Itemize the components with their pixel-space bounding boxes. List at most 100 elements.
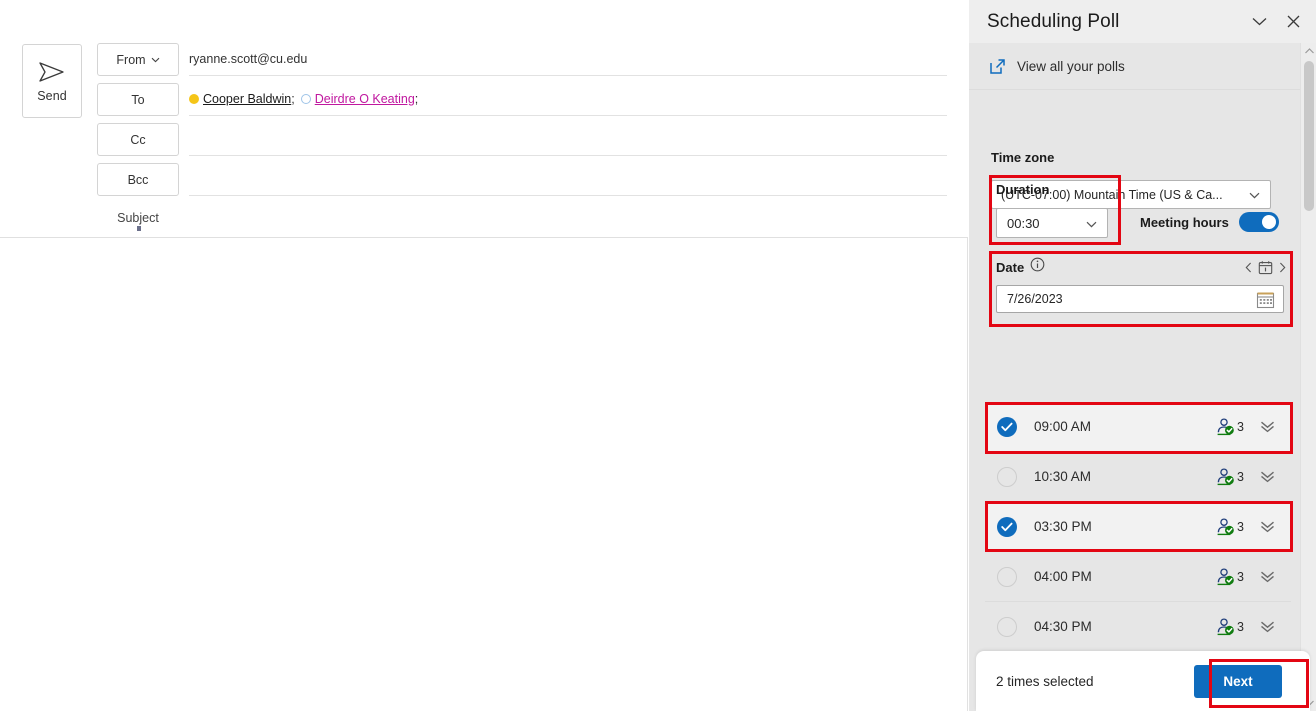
duration-value: 00:30 — [1007, 215, 1040, 231]
date-value: 7/26/2023 — [1007, 292, 1063, 306]
time-slot-row[interactable]: 04:30 PM 3 — [985, 602, 1291, 652]
slot-time-label: 04:30 PM — [1034, 619, 1092, 634]
to-button[interactable]: To — [97, 83, 179, 116]
close-icon — [1287, 15, 1299, 27]
slot-time-label: 09:00 AM — [1034, 419, 1092, 434]
person-available-icon — [1217, 417, 1234, 435]
from-field[interactable]: ryanne.scott@cu.edu — [189, 43, 947, 76]
recipient-name[interactable]: Cooper Baldwin — [203, 92, 291, 106]
slot-time-label: 04:00 PM — [1034, 569, 1092, 584]
date-input[interactable]: 7/26/2023 — [996, 285, 1284, 313]
chevron-down-icon — [151, 57, 159, 62]
app-root: Send From To Cc Bcc ryanne.scott@cu.edu — [0, 0, 1316, 711]
time-slot-row[interactable]: 04:00 PM 3 — [985, 552, 1291, 602]
scrollbar-thumb[interactable] — [1304, 61, 1314, 211]
bcc-label: Bcc — [127, 172, 149, 187]
presence-unknown-icon — [300, 94, 311, 104]
slot-unselected-radio[interactable] — [997, 616, 1017, 637]
bcc-field[interactable] — [189, 163, 947, 196]
slot-available-count: 3 — [1237, 569, 1244, 584]
slot-expand-button[interactable] — [1260, 471, 1275, 483]
time-slot-row[interactable]: 09:00 AM 3 — [985, 402, 1291, 452]
recipient-separator: ; — [291, 92, 295, 106]
person-available-icon — [1217, 517, 1234, 535]
meeting-hours-label: Meeting hours — [1140, 214, 1229, 230]
view-all-polls-label: View all your polls — [1017, 58, 1125, 74]
double-chevron-down-icon — [1261, 471, 1274, 482]
slot-unselected-radio[interactable] — [997, 466, 1017, 487]
info-circle-icon[interactable] — [1030, 257, 1045, 277]
slot-time-label: 10:30 AM — [1034, 469, 1092, 484]
slot-time-label: 03:30 PM — [1034, 519, 1092, 534]
slot-available-count: 3 — [1237, 469, 1244, 484]
time-slot-row[interactable]: 03:30 PM 3 — [985, 502, 1291, 552]
double-chevron-down-icon — [1261, 621, 1274, 632]
slot-expand-button[interactable] — [1260, 521, 1275, 533]
scroll-up-arrow-icon[interactable] — [1301, 43, 1316, 59]
date-navigation — [1245, 260, 1286, 275]
poll-titlebar: Scheduling Poll — [969, 0, 1316, 43]
slot-available-count: 3 — [1237, 619, 1244, 634]
meeting-hours-toggle[interactable] — [1238, 212, 1279, 232]
mail-compose-pane: Send From To Cc Bcc ryanne.scott@cu.edu — [0, 0, 968, 711]
send-button[interactable]: Send — [22, 44, 82, 118]
message-body-editor[interactable] — [0, 239, 967, 711]
slot-availability: 3 — [1216, 567, 1244, 586]
slot-availability: 3 — [1216, 617, 1244, 636]
person-available-icon — [1217, 567, 1234, 585]
poll-scrollbar[interactable] — [1300, 43, 1316, 711]
chevron-down-icon — [1086, 221, 1097, 228]
bcc-button[interactable]: Bcc — [97, 163, 179, 196]
from-button[interactable]: From — [97, 43, 179, 76]
timezone-label: Time zone — [991, 150, 1055, 165]
time-slot-list: 09:00 AM 3 10:30 AM 3 03:30 PM 3 04:00 P… — [985, 402, 1291, 652]
slot-unselected-radio[interactable] — [997, 566, 1017, 587]
check-icon — [1001, 422, 1013, 431]
send-label: Send — [37, 88, 67, 103]
page-title: Scheduling Poll — [987, 10, 1120, 32]
time-slot-row[interactable]: 10:30 AM 3 — [985, 452, 1291, 502]
date-prev-button[interactable] — [1245, 262, 1252, 273]
slot-availability: 3 — [1216, 517, 1244, 536]
cc-label: Cc — [130, 132, 146, 147]
slot-selected-radio[interactable] — [997, 416, 1017, 437]
from-value: ryanne.scott@cu.edu — [189, 52, 308, 66]
slot-expand-button[interactable] — [1260, 621, 1275, 633]
cc-field[interactable] — [189, 123, 947, 156]
compose-header: Send From To Cc Bcc ryanne.scott@cu.edu — [0, 0, 968, 238]
person-available-icon — [1217, 617, 1234, 635]
poll-footer-bar: 2 times selected Next — [976, 651, 1310, 711]
duration-select[interactable]: 00:30 — [996, 208, 1108, 238]
to-field[interactable]: Cooper Baldwin ; Deirdre O Keating ; — [189, 83, 947, 116]
slot-expand-button[interactable] — [1260, 571, 1275, 583]
slot-availability: 3 — [1216, 467, 1244, 486]
collapse-pane-button[interactable] — [1244, 6, 1274, 36]
calendar-icon[interactable] — [1256, 291, 1275, 314]
date-label: Date — [996, 259, 1025, 275]
date-next-button[interactable] — [1279, 262, 1286, 273]
duration-label: Duration — [996, 182, 1050, 197]
send-paper-plane-icon — [39, 61, 64, 82]
recipient-name[interactable]: Deirdre O Keating — [315, 92, 415, 106]
to-label: To — [131, 92, 145, 107]
slot-expand-button[interactable] — [1260, 421, 1275, 433]
cc-button[interactable]: Cc — [97, 123, 179, 156]
meeting-hours-control[interactable]: Meeting hours — [1140, 212, 1279, 232]
check-icon — [1001, 522, 1013, 531]
date-today-button[interactable] — [1258, 260, 1273, 275]
double-chevron-down-icon — [1261, 571, 1274, 582]
view-all-polls-link[interactable]: View all your polls — [969, 43, 1300, 90]
presence-away-icon — [189, 94, 199, 104]
cursor-artifact — [137, 226, 141, 231]
toggle-knob — [1261, 215, 1276, 229]
slot-selected-radio[interactable] — [997, 516, 1017, 537]
recipient-chip[interactable]: Cooper Baldwin ; — [189, 92, 295, 106]
from-label: From — [116, 52, 146, 67]
slot-available-count: 3 — [1237, 519, 1244, 534]
recipient-chip[interactable]: Deirdre O Keating ; — [300, 92, 418, 106]
close-pane-button[interactable] — [1278, 6, 1308, 36]
chevron-down-icon — [1249, 192, 1260, 199]
next-button[interactable]: Next — [1194, 664, 1282, 698]
date-header-row: Date — [996, 256, 1286, 278]
selected-count-label: 2 times selected — [996, 673, 1094, 689]
